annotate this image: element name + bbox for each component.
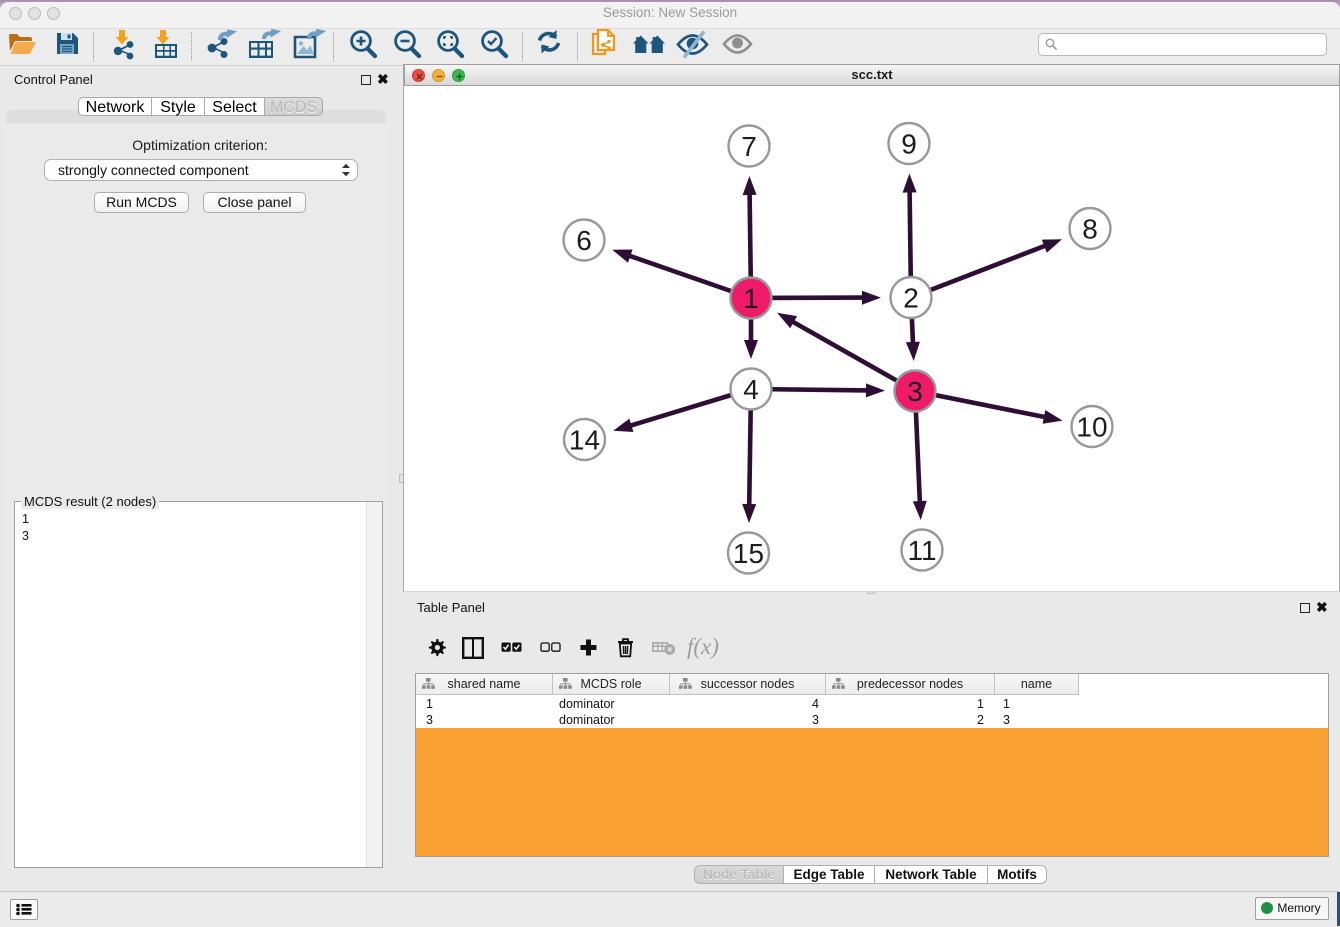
svg-text:7: 7 [741, 131, 757, 162]
svg-text:15: 15 [733, 538, 764, 569]
svg-text:8: 8 [1082, 214, 1098, 245]
svg-text:4: 4 [743, 374, 759, 405]
svg-text:2: 2 [903, 283, 919, 314]
svg-text:3: 3 [907, 376, 923, 407]
svg-text:14: 14 [569, 425, 600, 456]
svg-text:1: 1 [743, 283, 759, 314]
svg-text:6: 6 [576, 225, 592, 256]
svg-text:10: 10 [1076, 412, 1107, 443]
svg-text:11: 11 [907, 535, 936, 566]
svg-text:9: 9 [901, 129, 917, 160]
